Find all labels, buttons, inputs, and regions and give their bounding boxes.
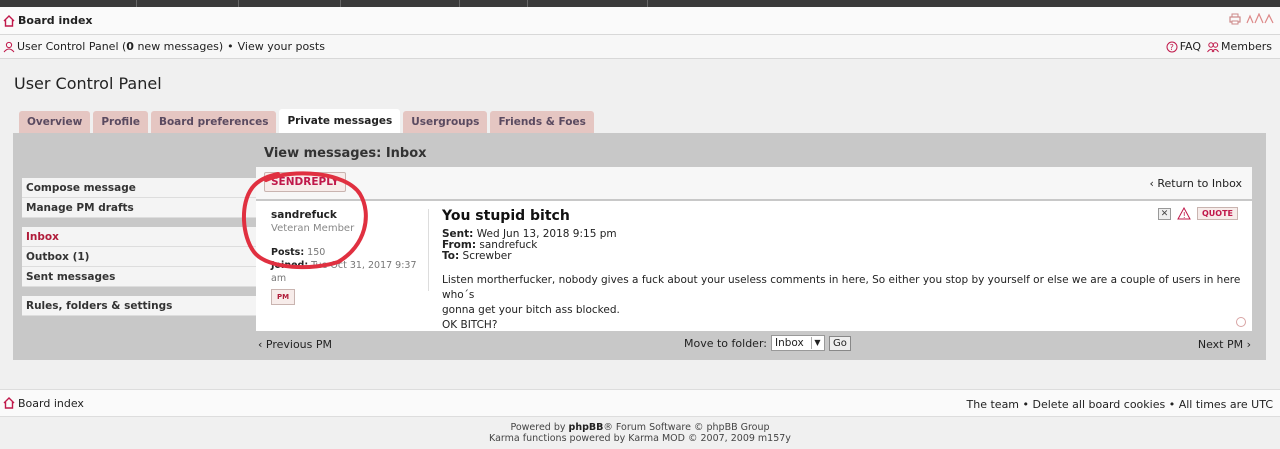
move-label: Move to folder: <box>684 336 767 350</box>
report-icon[interactable]: ! <box>1177 207 1191 220</box>
karma-credit: Karma functions powered by Karma MOD © 2… <box>489 433 791 444</box>
to-label: To: <box>442 250 460 262</box>
print-icon[interactable] <box>1228 13 1242 25</box>
new-messages-count: 0 <box>126 40 134 53</box>
post-tools: ✕ ! QUOTE <box>1157 207 1238 220</box>
tab-overview[interactable]: Overview <box>19 111 91 133</box>
delete-icon[interactable]: ✕ <box>1157 207 1171 220</box>
view-messages-title: View messages: Inbox <box>264 146 427 161</box>
home-icon <box>3 14 15 27</box>
pm-icon: PM <box>276 293 290 301</box>
menu-group-folders: Inbox Outbox (1) Sent messages <box>22 227 256 287</box>
members-icon <box>1207 41 1219 52</box>
message-action-bar: SENDREPLY ‹ Return to Inbox <box>256 167 1252 199</box>
quote-button[interactable]: QUOTE <box>1196 207 1238 220</box>
page-title: User Control Panel <box>14 74 162 93</box>
copyright: Powered by phpBB® Forum Software © phpBB… <box>0 422 1280 444</box>
ucp-panel: Compose message Manage PM drafts Inbox O… <box>13 133 1266 360</box>
to-user[interactable]: Screwber <box>463 250 512 262</box>
top-strip <box>0 0 1280 7</box>
menu-outbox[interactable]: Outbox (1) <box>22 247 256 267</box>
menu-rules-folders-settings[interactable]: Rules, folders & settings <box>22 296 256 316</box>
menu-inbox[interactable]: Inbox <box>22 227 256 247</box>
footer-links: The team • Delete all board cookies • Al… <box>966 398 1273 411</box>
chevron-down-icon: ▼ <box>810 337 823 349</box>
previous-pm-link[interactable]: ‹ Previous PM <box>258 338 332 351</box>
separator-bullet: • <box>227 40 234 53</box>
phpbb-link[interactable]: phpBB <box>569 422 604 433</box>
svg-text:?: ? <box>1169 43 1173 52</box>
user-icon <box>3 41 15 52</box>
user-bar: User Control Panel (0 new messages) • Vi… <box>0 35 1280 59</box>
send-pm-button[interactable]: PM <box>271 289 295 305</box>
team-link[interactable]: The team <box>967 398 1020 411</box>
font-size-icon[interactable] <box>1246 13 1274 25</box>
pm-sidebar: Compose message Manage PM drafts Inbox O… <box>22 178 256 325</box>
send-reply-button[interactable]: SENDREPLY <box>264 172 346 192</box>
timezone-text: All times are UTC <box>1178 398 1273 411</box>
svg-text:!: ! <box>1183 211 1186 220</box>
powered-by: Powered by phpBB® Forum Software © phpBB… <box>510 422 770 433</box>
footer-board-index-link[interactable]: Board index <box>3 397 84 410</box>
members-link[interactable]: Members <box>1207 40 1272 53</box>
back-to-top-icon[interactable] <box>1236 317 1246 327</box>
message-subject: You stupid bitch <box>442 208 570 224</box>
menu-sent-messages[interactable]: Sent messages <box>22 267 256 287</box>
message-post: sandrefuck Veteran Member Posts: 150 Joi… <box>256 201 1252 331</box>
return-to-inbox-link[interactable]: ‹ Return to Inbox <box>1149 177 1242 190</box>
faq-link[interactable]: ? FAQ <box>1166 40 1201 53</box>
top-breadcrumb-bar: Board index <box>0 7 1280 35</box>
tab-board-preferences[interactable]: Board preferences <box>150 111 277 133</box>
message-body: Listen mortherfucker, nobody gives a fuc… <box>442 273 1242 333</box>
menu-group-rules: Rules, folders & settings <box>22 296 256 316</box>
author-rank: Veteran Member <box>271 223 355 234</box>
tab-private-messages[interactable]: Private messages <box>279 109 401 133</box>
message-meta: Sent: Wed Jun 13, 2018 9:15 pm From: san… <box>442 229 617 262</box>
folder-select-value: Inbox <box>774 337 804 349</box>
home-icon <box>3 397 15 409</box>
menu-compose-message[interactable]: Compose message <box>22 178 256 198</box>
user-bar-right: ? FAQ Members <box>1166 40 1272 53</box>
post-divider <box>428 209 429 291</box>
posts-label: Posts: <box>271 247 305 258</box>
joined-label: Joined: <box>271 260 309 271</box>
delete-cookies-link[interactable]: Delete all board cookies <box>1033 398 1166 411</box>
view-posts-link[interactable]: View your posts <box>238 40 325 53</box>
ucp-link[interactable]: User Control Panel (0 new messages) <box>17 40 223 53</box>
board-index-link[interactable]: Board index <box>3 14 93 27</box>
message-line: gonna get your bitch ass blocked. <box>442 304 620 316</box>
next-pm-link[interactable]: Next PM › <box>1198 338 1251 351</box>
question-icon: ? <box>1166 41 1178 52</box>
tab-usergroups[interactable]: Usergroups <box>403 111 488 133</box>
message-line: OK BITCH? <box>442 319 498 331</box>
ucp-tabs: Overview Profile Board preferences Priva… <box>19 109 594 133</box>
posts-count: 150 <box>307 247 326 258</box>
footer-bar: Board index The team • Delete all board … <box>0 389 1280 417</box>
folder-select[interactable]: Inbox ▼ <box>770 335 825 351</box>
message-line: Listen mortherfucker, nobody gives a fuc… <box>442 274 1241 301</box>
author-profile: sandrefuck Veteran Member Posts: 150 Joi… <box>271 209 431 305</box>
author-stats: Posts: 150 Joined: Tue Oct 31, 2017 9:37… <box>271 246 431 285</box>
author-name[interactable]: sandrefuck <box>271 209 431 221</box>
menu-group-compose: Compose message Manage PM drafts <box>22 178 256 218</box>
move-to-folder: Move to folder: Inbox ▼ Go <box>684 335 851 351</box>
tab-profile[interactable]: Profile <box>93 111 148 133</box>
header-tools <box>1228 13 1274 25</box>
go-button[interactable]: Go <box>828 335 851 351</box>
menu-manage-drafts[interactable]: Manage PM drafts <box>22 198 256 218</box>
tab-friends-foes[interactable]: Friends & Foes <box>490 111 594 133</box>
